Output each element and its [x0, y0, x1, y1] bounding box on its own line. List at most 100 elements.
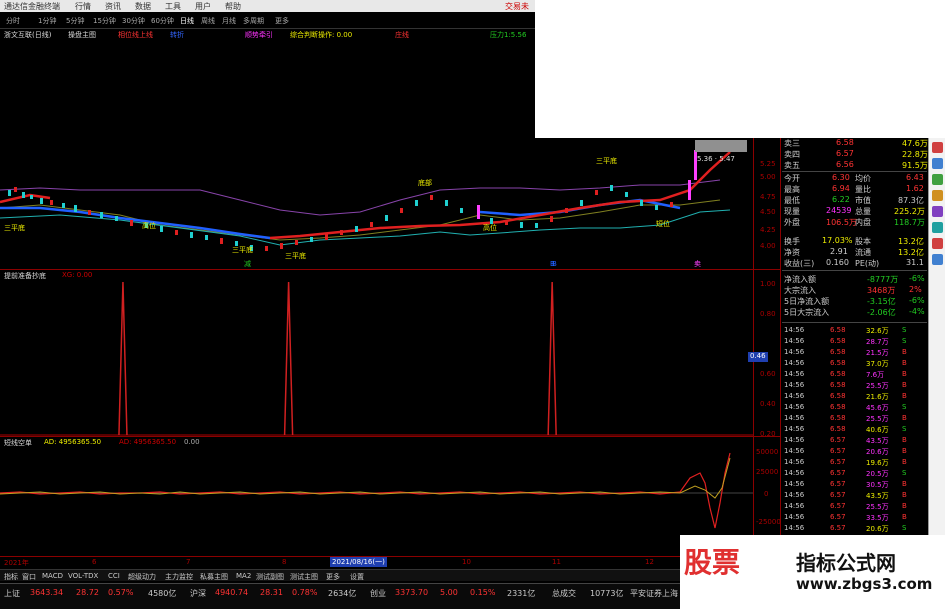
- period-tab[interactable]: 多周期: [243, 16, 264, 26]
- quote-row: 外盘 106.5万 内盘 118.7万: [784, 218, 925, 227]
- tick-row: 14:56 6.57 43.5万 B: [784, 436, 907, 445]
- watermark-url: www.zbgs3.com: [796, 575, 933, 593]
- divider: [782, 322, 927, 323]
- tool-icon[interactable]: [932, 222, 943, 233]
- chart-mark: 三平底: [285, 251, 306, 260]
- spikes: [118, 281, 557, 436]
- app-title: 通达信金融终端: [4, 2, 60, 11]
- menu-item[interactable]: 资讯: [105, 1, 121, 12]
- quote-panel: 卖三 6.58 47.6万 卖四 6.57 22.8万 卖五 6.56 91.5…: [782, 138, 928, 270]
- tab[interactable]: 私募主图: [200, 572, 228, 582]
- right-toolbar: [928, 138, 945, 568]
- menu-item[interactable]: 帮助: [225, 1, 241, 12]
- tick-row: 14:56 6.57 25.5万 B: [784, 502, 907, 511]
- tick-row: 14:56 6.57 20.6万 B: [784, 447, 907, 456]
- main-chart-header: 浙文互联(日线) 操盘主图 相位线上线 转折 顺势牵引 综合判断操作: 0.00…: [0, 30, 535, 40]
- menu-item[interactable]: 用户: [195, 1, 211, 12]
- tick-row: 14:56 6.58 45.6万 S: [784, 403, 907, 412]
- blue-trend-line: [0, 206, 271, 240]
- quote-row: 换手 17.03% 股本 13.2亿: [784, 236, 924, 246]
- tick-row: 14:56 6.57 20.6万 S: [784, 524, 907, 533]
- tool-icon[interactable]: [932, 158, 943, 169]
- tool-icon[interactable]: [932, 190, 943, 201]
- watermark-logo-text: 股票: [684, 546, 741, 579]
- tool-icon[interactable]: [932, 142, 943, 153]
- tab[interactable]: VOL-TDX: [68, 572, 98, 580]
- indicator-value: 转折: [170, 31, 184, 39]
- tool-icon[interactable]: [932, 238, 943, 249]
- divider: [0, 436, 780, 437]
- tick-row: 14:56 6.58 21.5万 B: [784, 348, 907, 357]
- tab[interactable]: 主力监控: [165, 572, 193, 582]
- sub2-line-chart[interactable]: [0, 448, 753, 556]
- trade-status[interactable]: 交易未: [505, 1, 529, 12]
- quote-row: 今开 6.30 均价 6.43: [784, 173, 924, 183]
- box-label: 5.36 · 5.47: [697, 155, 735, 163]
- chart-mark: 高位: [142, 221, 156, 230]
- tick-row: 14:56 6.58 40.6万 S: [784, 425, 907, 434]
- tab[interactable]: 指标: [4, 572, 18, 582]
- tab[interactable]: 设置: [350, 572, 364, 582]
- tick-row: 14:56 6.58 25.5万 B: [784, 414, 907, 423]
- quote-row: 最低 6.22 市值 87.3亿: [784, 195, 924, 205]
- quote-row: 卖三 6.58 47.6万: [784, 138, 928, 148]
- tick-row: 14:56 6.58 25.5万 B: [784, 381, 907, 390]
- tool-icon[interactable]: [932, 206, 943, 217]
- indicator-name[interactable]: 操盘主图: [68, 30, 96, 40]
- period-tab[interactable]: 周线: [201, 16, 215, 26]
- menu-item[interactable]: 数据: [135, 1, 151, 12]
- quote-row: 净资 2.91 流通 13.2亿: [784, 247, 924, 257]
- quote-row: 最高 6.94 量比 1.62: [784, 184, 924, 194]
- tab[interactable]: MACD: [42, 572, 63, 580]
- menu-item[interactable]: 行情: [75, 1, 91, 12]
- tick-row: 14:56 6.57 43.5万 B: [784, 491, 907, 500]
- period-tab[interactable]: 5分钟: [66, 16, 84, 26]
- flow-row: 5日净流入额 -3.15亿 -6%: [784, 296, 925, 306]
- bottom-marker: 减: [244, 259, 251, 268]
- tick-list[interactable]: 14:56 6.58 32.6万 S 14:56 6.58 28.7万 S 14:56 6.58 2…: [782, 326, 927, 536]
- period-toolbar: 分时 1分钟 5分钟 15分钟 30分钟 60分钟 日线 周线 月线 多周期 更…: [0, 12, 535, 29]
- tab[interactable]: CCI: [108, 572, 120, 580]
- tick-row: 14:56 6.57 30.5万 B: [784, 480, 907, 489]
- period-tab[interactable]: 30分钟: [122, 16, 145, 26]
- tick-row: 14:56 6.58 7.6万 B: [784, 370, 907, 379]
- sub1-spike-chart[interactable]: [0, 270, 753, 436]
- spike: [118, 281, 128, 436]
- period-tab[interactable]: 月线: [222, 16, 236, 26]
- tab[interactable]: 测试主图: [290, 572, 318, 582]
- tab[interactable]: 窗口: [22, 572, 36, 582]
- x-axis: 2021年 6 7 8 2021/08/16(一) 10 11 12: [4, 557, 654, 567]
- crosshair-value: 0.46: [748, 352, 768, 362]
- period-tab[interactable]: 分时: [6, 16, 20, 26]
- period-tab-active[interactable]: 日线: [180, 16, 194, 26]
- quote-row: 卖四 6.57 22.8万: [784, 149, 928, 159]
- candlestick-chart[interactable]: 5.36 · 5.47 三平底 高位 三平底 三平底 底部 高位 三平底 短位 …: [0, 40, 753, 269]
- indicator-value: 相位线上线: [118, 31, 153, 39]
- tick-row: 14:56 6.58 37.0万 B: [784, 359, 907, 368]
- mid-band: [0, 199, 721, 241]
- indicator-value: 庄线: [395, 31, 409, 39]
- tab[interactable]: 测试副图: [256, 572, 284, 582]
- tick-row: 14:56 6.57 19.6万 B: [784, 458, 907, 467]
- spike: [283, 281, 294, 436]
- tick-row: 14:56 6.58 28.7万 S: [784, 337, 907, 346]
- tab[interactable]: MA2: [236, 572, 251, 580]
- tab[interactable]: 更多: [326, 572, 340, 582]
- menu-item[interactable]: 工具: [165, 1, 181, 12]
- chart-mark: 短位: [656, 219, 670, 228]
- fund-flows: 净流入额 -8777万 -6% 大宗流入 3468万 2% 5日净流入额 -3.…: [782, 274, 927, 324]
- tool-icon[interactable]: [932, 174, 943, 185]
- period-tab[interactable]: 更多: [275, 16, 289, 26]
- spike: [547, 281, 557, 436]
- tick-row: 14:56 6.58 21.6万 B: [784, 392, 907, 401]
- period-tab[interactable]: 1分钟: [38, 16, 56, 26]
- tool-icon[interactable]: [932, 254, 943, 265]
- chart-mark: 三平底: [4, 223, 25, 232]
- tab[interactable]: 超级动力: [128, 572, 156, 582]
- period-tab[interactable]: 15分钟: [93, 16, 116, 26]
- price-axis: 5.25 5.00 4.75 4.50 4.25 4.00: [760, 160, 776, 250]
- period-tab[interactable]: 60分钟: [151, 16, 174, 26]
- flow-row: 大宗流入 3468万 2%: [784, 285, 922, 295]
- quote-row: 现量 24539 总量 225.2万: [784, 206, 925, 216]
- red-line: [0, 452, 731, 529]
